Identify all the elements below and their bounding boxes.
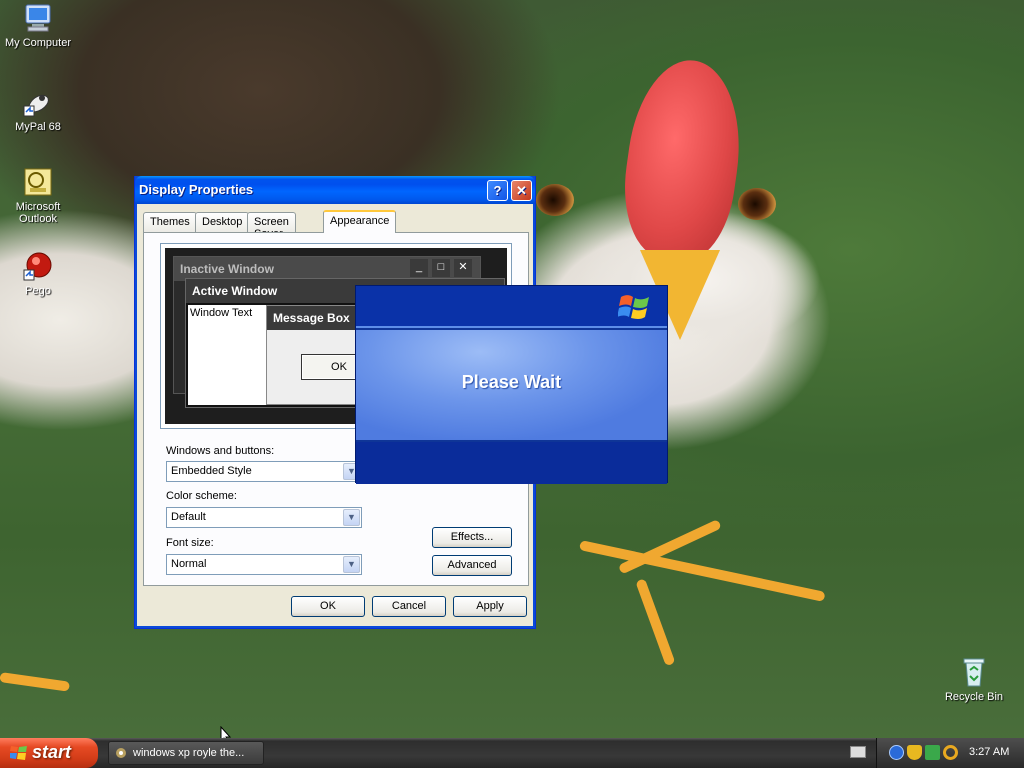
- windows-logo-icon: [9, 744, 28, 762]
- windows-buttons-label: Windows and buttons:: [166, 445, 275, 457]
- help-button[interactable]: ?: [487, 180, 508, 201]
- tab-appearance[interactable]: Appearance: [323, 210, 397, 233]
- desktop-icon-label: Pego: [25, 285, 51, 297]
- search-icon[interactable]: [943, 745, 958, 760]
- desktop-icon-label: My Computer: [4, 37, 72, 49]
- close-button[interactable]: ✕: [511, 180, 532, 201]
- wallpaper-chicken-eye-left: [536, 184, 574, 216]
- ok-button[interactable]: OK: [291, 596, 365, 617]
- cancel-button[interactable]: Cancel: [372, 596, 446, 617]
- taskbar-item-icon: [115, 747, 127, 759]
- tab-desktop[interactable]: Desktop: [195, 212, 250, 232]
- wallpaper-chicken-comb: [614, 53, 752, 267]
- windows-buttons-value: Embedded Style: [171, 465, 252, 477]
- color-scheme-select[interactable]: Default ▼: [166, 507, 362, 528]
- apply-button[interactable]: Apply: [453, 596, 527, 617]
- close-icon: ✕: [516, 183, 527, 198]
- advanced-button[interactable]: Advanced: [432, 555, 512, 576]
- font-size-label: Font size:: [166, 537, 214, 549]
- recycle-bin-icon: [958, 656, 990, 688]
- wallpaper-chicken-foot-left: [0, 672, 71, 692]
- please-wait-header: [356, 286, 667, 328]
- taskbar: start windows xp royle the... 3:27 AM: [0, 738, 1024, 768]
- preview-maximize-icon: □: [432, 259, 450, 277]
- please-wait-text: Please Wait: [461, 372, 562, 392]
- window-title: Display Properties: [139, 182, 254, 197]
- pego-icon: [22, 250, 54, 282]
- help-icon: ?: [493, 183, 502, 198]
- security-shield-icon[interactable]: [907, 745, 922, 760]
- chevron-down-icon[interactable]: ▼: [343, 556, 360, 573]
- wallpaper-chicken-eye-right: [738, 188, 776, 220]
- color-scheme-value: Default: [171, 511, 206, 523]
- desktop-icon-pego[interactable]: Pego: [0, 250, 76, 297]
- mypal-icon: [22, 86, 54, 118]
- wallpaper-chicken-foot: [578, 540, 826, 602]
- tab-themes[interactable]: Themes: [143, 212, 197, 232]
- wallpaper-chicken-foot-toe2: [635, 578, 676, 667]
- my-computer-icon: [22, 2, 54, 34]
- system-tray: 3:27 AM: [876, 738, 1024, 768]
- start-button[interactable]: start: [0, 738, 98, 768]
- please-wait-footer: [356, 442, 667, 484]
- desktop-icon-outlook[interactable]: Microsoft Outlook: [0, 166, 76, 225]
- desktop-icon-label: MyPal 68: [15, 121, 61, 133]
- windows-buttons-select[interactable]: Embedded Style ▼: [166, 461, 362, 482]
- taskbar-item-label: windows xp royle the...: [133, 747, 245, 759]
- chevron-down-icon[interactable]: ▼: [343, 509, 360, 526]
- keyboard-icon[interactable]: [850, 746, 866, 758]
- desktop-icon-label: Microsoft Outlook: [15, 201, 61, 225]
- desktop-icon-mypal[interactable]: MyPal 68: [0, 86, 76, 133]
- network-icon[interactable]: [889, 745, 904, 760]
- font-size-select[interactable]: Normal ▼: [166, 554, 362, 575]
- tab-screen-saver[interactable]: Screen Saver: [247, 212, 296, 240]
- desktop-icon-my-computer[interactable]: My Computer: [0, 2, 76, 49]
- window-titlebar[interactable]: Display Properties ? ✕: [135, 176, 535, 204]
- clock[interactable]: 3:27 AM: [969, 746, 1009, 758]
- preview-window-text: Window Text: [188, 305, 268, 405]
- effects-button[interactable]: Effects...: [432, 527, 512, 548]
- color-scheme-label: Color scheme:: [166, 490, 237, 502]
- please-wait-dialog: Please Wait: [355, 285, 668, 484]
- desktop-icon-label: Recycle Bin: [944, 691, 1004, 703]
- windows-logo-icon: [617, 292, 652, 322]
- start-label: start: [32, 742, 72, 762]
- desktop-icon-recycle-bin[interactable]: Recycle Bin: [936, 656, 1012, 703]
- preview-close-icon: ✕: [454, 259, 472, 277]
- font-size-value: Normal: [171, 558, 207, 570]
- taskbar-item[interactable]: windows xp royle the...: [108, 741, 264, 765]
- safely-remove-icon[interactable]: [925, 745, 940, 760]
- outlook-icon: [22, 166, 54, 198]
- preview-minimize-icon: _: [410, 259, 428, 277]
